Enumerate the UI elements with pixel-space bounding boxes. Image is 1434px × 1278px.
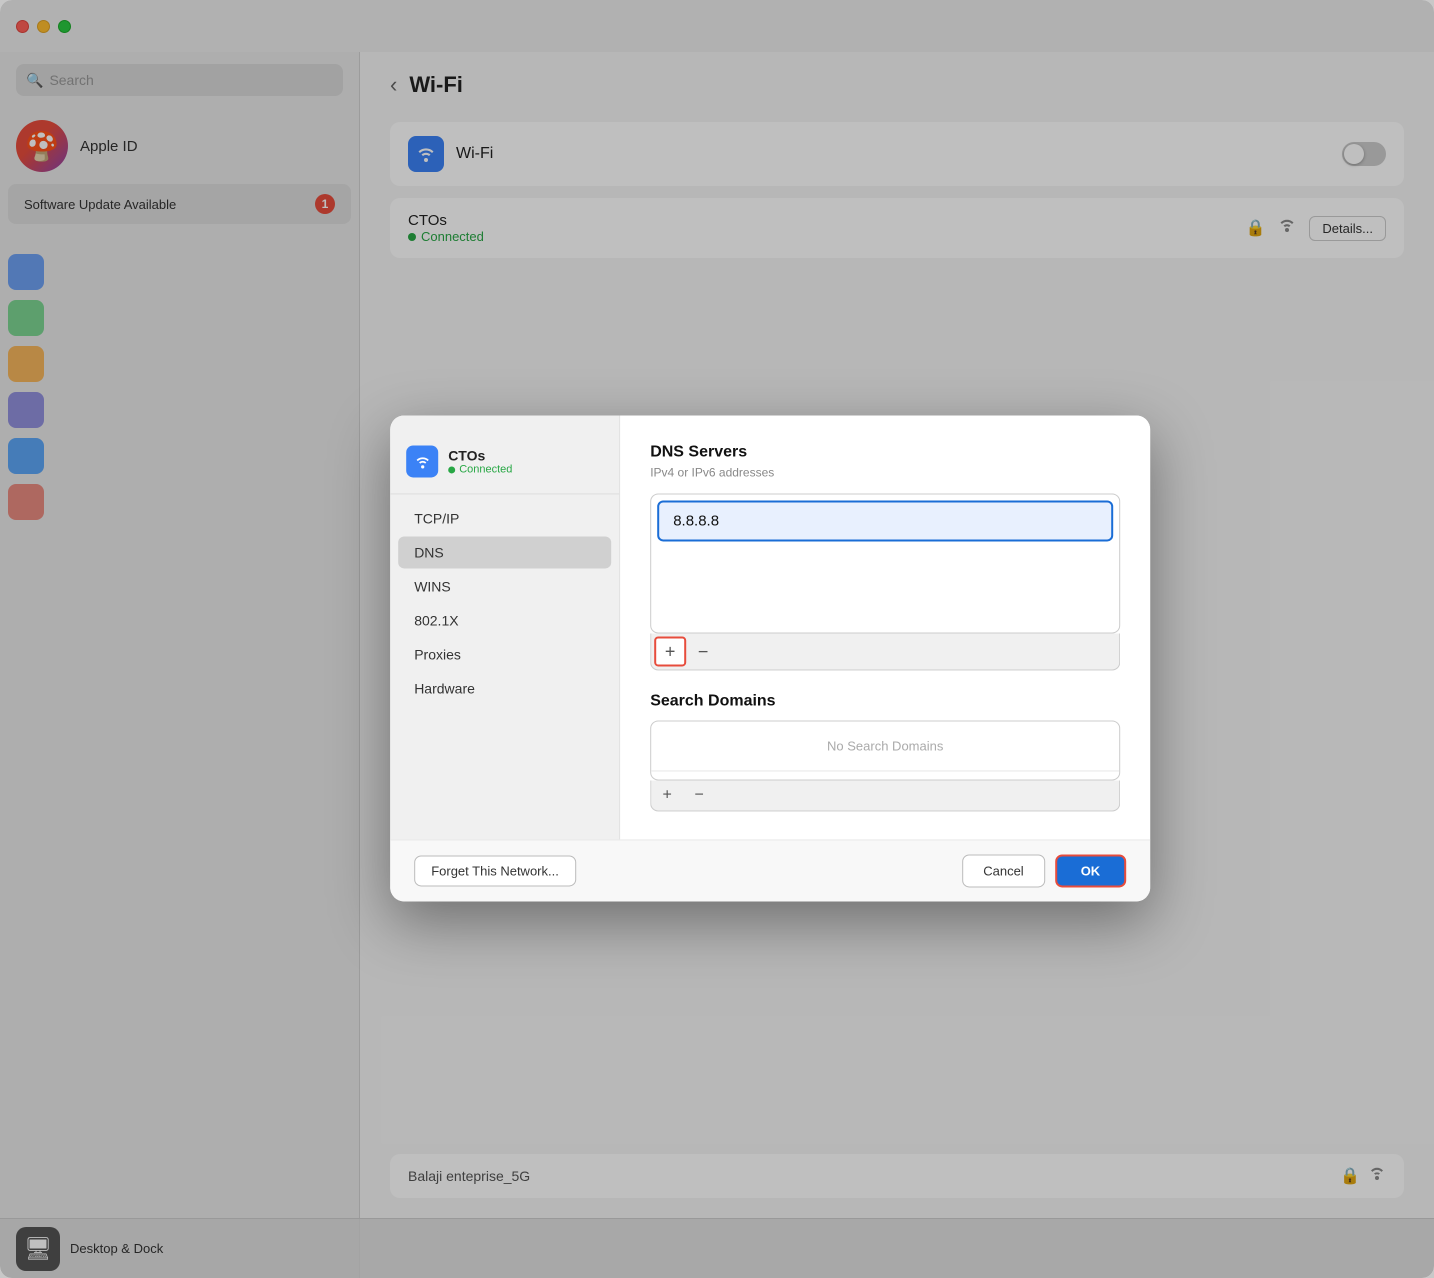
modal-connected-label: Connected (459, 463, 512, 475)
dns-add-button[interactable]: + (654, 636, 686, 666)
modal-network-info: CTOs Connected (448, 447, 512, 475)
no-search-domains-label: No Search Domains (651, 721, 1119, 771)
search-domain-remove-button[interactable]: − (685, 782, 713, 808)
nav-item-dns[interactable]: DNS (398, 536, 611, 568)
nav-item-tcpip[interactable]: TCP/IP (398, 502, 611, 534)
search-domains-title: Search Domains (650, 692, 1120, 710)
search-domains-box[interactable]: No Search Domains (650, 720, 1120, 780)
modal-network-name: CTOs (448, 447, 512, 463)
footer-btn-group: Cancel OK (962, 854, 1126, 887)
nav-item-wins[interactable]: WINS (398, 570, 611, 602)
dns-settings-modal: CTOs Connected TCP/IP DNS WINS (390, 415, 1150, 901)
search-domains-section: Search Domains No Search Domains + − (650, 692, 1120, 811)
dns-entries-container[interactable]: 8.8.8.8 (650, 493, 1120, 633)
modal-content-area: DNS Servers IPv4 or IPv6 addresses 8.8.8… (620, 415, 1150, 839)
forget-network-button[interactable]: Forget This Network... (414, 855, 576, 886)
search-domains-controls: + − (650, 780, 1120, 811)
modal-connected-dot (448, 466, 455, 473)
nav-item-8021x[interactable]: 802.1X (398, 604, 611, 636)
nav-item-hardware[interactable]: Hardware (398, 672, 611, 704)
dns-section-subtitle: IPv4 or IPv6 addresses (650, 465, 1120, 479)
modal-sidebar: CTOs Connected TCP/IP DNS WINS (390, 415, 620, 839)
search-domain-add-button[interactable]: + (653, 782, 681, 808)
dns-entry-value: 8.8.8.8 (673, 512, 719, 529)
dns-remove-button[interactable]: − (689, 638, 717, 664)
modal-nav-list: TCP/IP DNS WINS 802.1X Proxies Hardware (390, 502, 619, 704)
nav-item-proxies[interactable]: Proxies (398, 638, 611, 670)
dns-entry-1[interactable]: 8.8.8.8 (657, 500, 1113, 541)
modal-footer: Forget This Network... Cancel OK (390, 839, 1150, 901)
dns-controls-bar: + − (650, 633, 1120, 670)
modal-body: CTOs Connected TCP/IP DNS WINS (390, 415, 1150, 839)
ok-button[interactable]: OK (1055, 854, 1127, 887)
dns-section-title: DNS Servers (650, 443, 1120, 461)
modal-network-header: CTOs Connected (390, 435, 619, 494)
cancel-button[interactable]: Cancel (962, 854, 1044, 887)
dns-empty-area (651, 547, 1119, 627)
modal-network-status: Connected (448, 463, 512, 475)
modal-wifi-icon (406, 445, 438, 477)
